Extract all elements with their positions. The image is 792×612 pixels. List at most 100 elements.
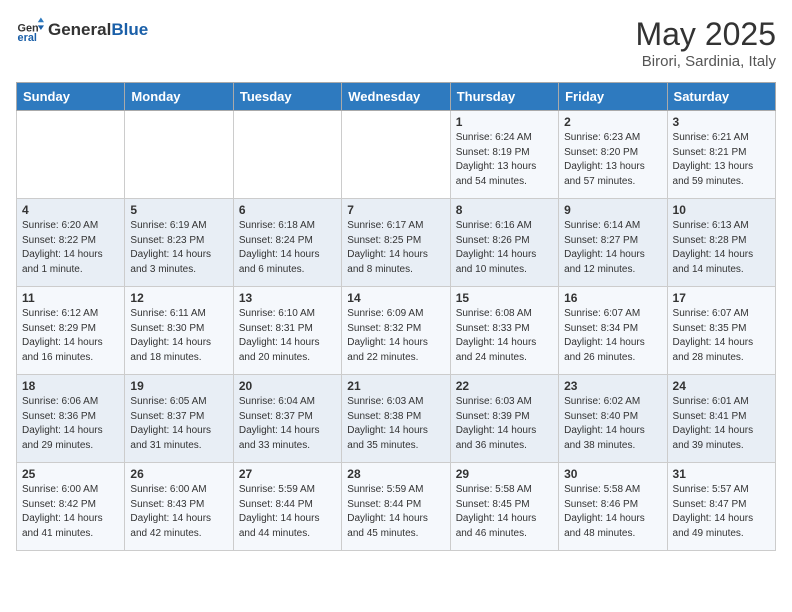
calendar-cell: 25 Sunrise: 6:00 AM Sunset: 8:42 PM Dayli… bbox=[17, 463, 125, 551]
cell-info: Sunrise: 6:07 AM Sunset: 8:34 PM Dayligh… bbox=[564, 307, 661, 365]
svg-text:eral: eral bbox=[18, 32, 37, 44]
calendar-cell: 28Sunrise: 5:59 AM Sunset: 8:44 PM Dayli… bbox=[342, 463, 450, 551]
day-number: 15 bbox=[456, 291, 553, 305]
logo-icon: Gen eral bbox=[16, 16, 44, 44]
calendar-cell: 10 Sunrise: 6:13 AM Sunset: 8:28 PM Dayli… bbox=[667, 199, 775, 287]
cell-info: Sunrise: 6:13 AM Sunset: 8:28 PM Dayligh… bbox=[673, 219, 770, 277]
cell-info: Sunrise: 6:00 AM Sunset: 8:43 PM Dayligh… bbox=[130, 483, 227, 541]
calendar-cell: 20 Sunrise: 6:04 AM Sunset: 8:37 PM Dayli… bbox=[233, 375, 341, 463]
day-number: 13 bbox=[239, 291, 336, 305]
day-number: 2 bbox=[564, 115, 661, 129]
calendar-week-row: 18Sunrise: 6:06 AM Sunset: 8:36 PM Dayli… bbox=[17, 375, 776, 463]
day-number: 5 bbox=[130, 203, 227, 217]
day-number: 23 bbox=[564, 379, 661, 393]
cell-info: Sunrise: 6:05 AM Sunset: 8:37 PM Dayligh… bbox=[130, 395, 227, 453]
cell-info: Sunrise: 5:59 AM Sunset: 8:44 PM Dayligh… bbox=[239, 483, 336, 541]
col-header-saturday: Saturday bbox=[667, 83, 775, 111]
cell-info: Sunrise: 6:19 AM Sunset: 8:23 PM Dayligh… bbox=[130, 219, 227, 277]
calendar-cell: 13 Sunrise: 6:10 AM Sunset: 8:31 PM Dayli… bbox=[233, 287, 341, 375]
cell-info: Sunrise: 6:02 AM Sunset: 8:40 PM Dayligh… bbox=[564, 395, 661, 453]
day-number: 28 bbox=[347, 467, 444, 481]
calendar-cell: 19Sunrise: 6:05 AM Sunset: 8:37 PM Dayli… bbox=[125, 375, 233, 463]
day-number: 30 bbox=[564, 467, 661, 481]
calendar-cell: 8Sunrise: 6:16 AM Sunset: 8:26 PM Daylig… bbox=[450, 199, 558, 287]
calendar-cell: 30Sunrise: 5:58 AM Sunset: 8:46 PM Dayli… bbox=[559, 463, 667, 551]
day-number: 26 bbox=[130, 467, 227, 481]
calendar-cell bbox=[125, 111, 233, 199]
day-number: 31 bbox=[673, 467, 770, 481]
cell-info: Sunrise: 6:00 AM Sunset: 8:42 PM Dayligh… bbox=[22, 483, 119, 541]
cell-info: Sunrise: 6:04 AM Sunset: 8:37 PM Dayligh… bbox=[239, 395, 336, 453]
calendar-cell: 18Sunrise: 6:06 AM Sunset: 8:36 PM Dayli… bbox=[17, 375, 125, 463]
calendar-header-row: SundayMondayTuesdayWednesdayThursdayFrid… bbox=[17, 83, 776, 111]
cell-info: Sunrise: 5:58 AM Sunset: 8:45 PM Dayligh… bbox=[456, 483, 553, 541]
calendar-cell bbox=[17, 111, 125, 199]
calendar-cell: 29 Sunrise: 5:58 AM Sunset: 8:45 PM Dayli… bbox=[450, 463, 558, 551]
day-number: 21 bbox=[347, 379, 444, 393]
cell-info: Sunrise: 6:08 AM Sunset: 8:33 PM Dayligh… bbox=[456, 307, 553, 365]
calendar-cell bbox=[342, 111, 450, 199]
cell-info: Sunrise: 6:09 AM Sunset: 8:32 PM Dayligh… bbox=[347, 307, 444, 365]
calendar-cell: 1Sunrise: 6:24 AM Sunset: 8:19 PM Daylig… bbox=[450, 111, 558, 199]
day-number: 4 bbox=[22, 203, 119, 217]
calendar-cell: 6 Sunrise: 6:18 AM Sunset: 8:24 PM Daylig… bbox=[233, 199, 341, 287]
calendar-cell: 2 Sunrise: 6:23 AM Sunset: 8:20 PM Daylig… bbox=[559, 111, 667, 199]
calendar-cell: 21 Sunrise: 6:03 AM Sunset: 8:38 PM Dayli… bbox=[342, 375, 450, 463]
calendar-cell bbox=[233, 111, 341, 199]
cell-info: Sunrise: 6:12 AM Sunset: 8:29 PM Dayligh… bbox=[22, 307, 119, 365]
calendar-week-row: 25 Sunrise: 6:00 AM Sunset: 8:42 PM Dayli… bbox=[17, 463, 776, 551]
cell-info: Sunrise: 6:03 AM Sunset: 8:38 PM Dayligh… bbox=[347, 395, 444, 453]
day-number: 24 bbox=[673, 379, 770, 393]
day-number: 3 bbox=[673, 115, 770, 129]
cell-info: Sunrise: 6:07 AM Sunset: 8:35 PM Dayligh… bbox=[673, 307, 770, 365]
cell-info: Sunrise: 6:03 AM Sunset: 8:39 PM Dayligh… bbox=[456, 395, 553, 453]
logo-blue-text: Blue bbox=[111, 20, 148, 40]
calendar-cell: 27 Sunrise: 5:59 AM Sunset: 8:44 PM Dayli… bbox=[233, 463, 341, 551]
day-number: 17 bbox=[673, 291, 770, 305]
calendar-cell: 14 Sunrise: 6:09 AM Sunset: 8:32 PM Dayli… bbox=[342, 287, 450, 375]
cell-info: Sunrise: 6:23 AM Sunset: 8:20 PM Dayligh… bbox=[564, 131, 661, 189]
day-number: 27 bbox=[239, 467, 336, 481]
month-title: May 2025 bbox=[635, 16, 776, 53]
calendar-cell: 3 Sunrise: 6:21 AM Sunset: 8:21 PM Daylig… bbox=[667, 111, 775, 199]
logo-general-text: General bbox=[48, 20, 111, 40]
day-number: 18 bbox=[22, 379, 119, 393]
cell-info: Sunrise: 6:18 AM Sunset: 8:24 PM Dayligh… bbox=[239, 219, 336, 277]
calendar-week-row: 11 Sunrise: 6:12 AM Sunset: 8:29 PM Dayli… bbox=[17, 287, 776, 375]
calendar-cell: 22 Sunrise: 6:03 AM Sunset: 8:39 PM Dayli… bbox=[450, 375, 558, 463]
day-number: 14 bbox=[347, 291, 444, 305]
cell-info: Sunrise: 6:10 AM Sunset: 8:31 PM Dayligh… bbox=[239, 307, 336, 365]
calendar-cell: 31Sunrise: 5:57 AM Sunset: 8:47 PM Dayli… bbox=[667, 463, 775, 551]
calendar-cell: 4 Sunrise: 6:20 AM Sunset: 8:22 PM Daylig… bbox=[17, 199, 125, 287]
location-title: Birori, Sardinia, Italy bbox=[635, 53, 776, 70]
calendar-cell: 16Sunrise: 6:07 AM Sunset: 8:34 PM Dayli… bbox=[559, 287, 667, 375]
day-number: 22 bbox=[456, 379, 553, 393]
calendar-cell: 24 Sunrise: 6:01 AM Sunset: 8:41 PM Dayli… bbox=[667, 375, 775, 463]
calendar-cell: 23 Sunrise: 6:02 AM Sunset: 8:40 PM Dayli… bbox=[559, 375, 667, 463]
day-number: 29 bbox=[456, 467, 553, 481]
cell-info: Sunrise: 6:17 AM Sunset: 8:25 PM Dayligh… bbox=[347, 219, 444, 277]
cell-info: Sunrise: 6:20 AM Sunset: 8:22 PM Dayligh… bbox=[22, 219, 119, 277]
cell-info: Sunrise: 6:21 AM Sunset: 8:21 PM Dayligh… bbox=[673, 131, 770, 189]
day-number: 20 bbox=[239, 379, 336, 393]
day-number: 6 bbox=[239, 203, 336, 217]
day-number: 9 bbox=[564, 203, 661, 217]
calendar-week-row: 1Sunrise: 6:24 AM Sunset: 8:19 PM Daylig… bbox=[17, 111, 776, 199]
cell-info: Sunrise: 6:14 AM Sunset: 8:27 PM Dayligh… bbox=[564, 219, 661, 277]
calendar-cell: 17 Sunrise: 6:07 AM Sunset: 8:35 PM Dayli… bbox=[667, 287, 775, 375]
day-number: 11 bbox=[22, 291, 119, 305]
logo: Gen eral GeneralBlue bbox=[16, 16, 148, 44]
day-number: 12 bbox=[130, 291, 227, 305]
cell-info: Sunrise: 6:01 AM Sunset: 8:41 PM Dayligh… bbox=[673, 395, 770, 453]
calendar-table: SundayMondayTuesdayWednesdayThursdayFrid… bbox=[16, 82, 776, 551]
calendar-cell: 11 Sunrise: 6:12 AM Sunset: 8:29 PM Dayli… bbox=[17, 287, 125, 375]
calendar-cell: 26 Sunrise: 6:00 AM Sunset: 8:43 PM Dayli… bbox=[125, 463, 233, 551]
title-block: May 2025 Birori, Sardinia, Italy bbox=[635, 16, 776, 70]
calendar-cell: 9 Sunrise: 6:14 AM Sunset: 8:27 PM Daylig… bbox=[559, 199, 667, 287]
calendar-cell: 5 Sunrise: 6:19 AM Sunset: 8:23 PM Daylig… bbox=[125, 199, 233, 287]
col-header-tuesday: Tuesday bbox=[233, 83, 341, 111]
day-number: 10 bbox=[673, 203, 770, 217]
day-number: 25 bbox=[22, 467, 119, 481]
col-header-monday: Monday bbox=[125, 83, 233, 111]
page-header: Gen eral GeneralBlue May 2025 Birori, Sa… bbox=[16, 16, 776, 70]
